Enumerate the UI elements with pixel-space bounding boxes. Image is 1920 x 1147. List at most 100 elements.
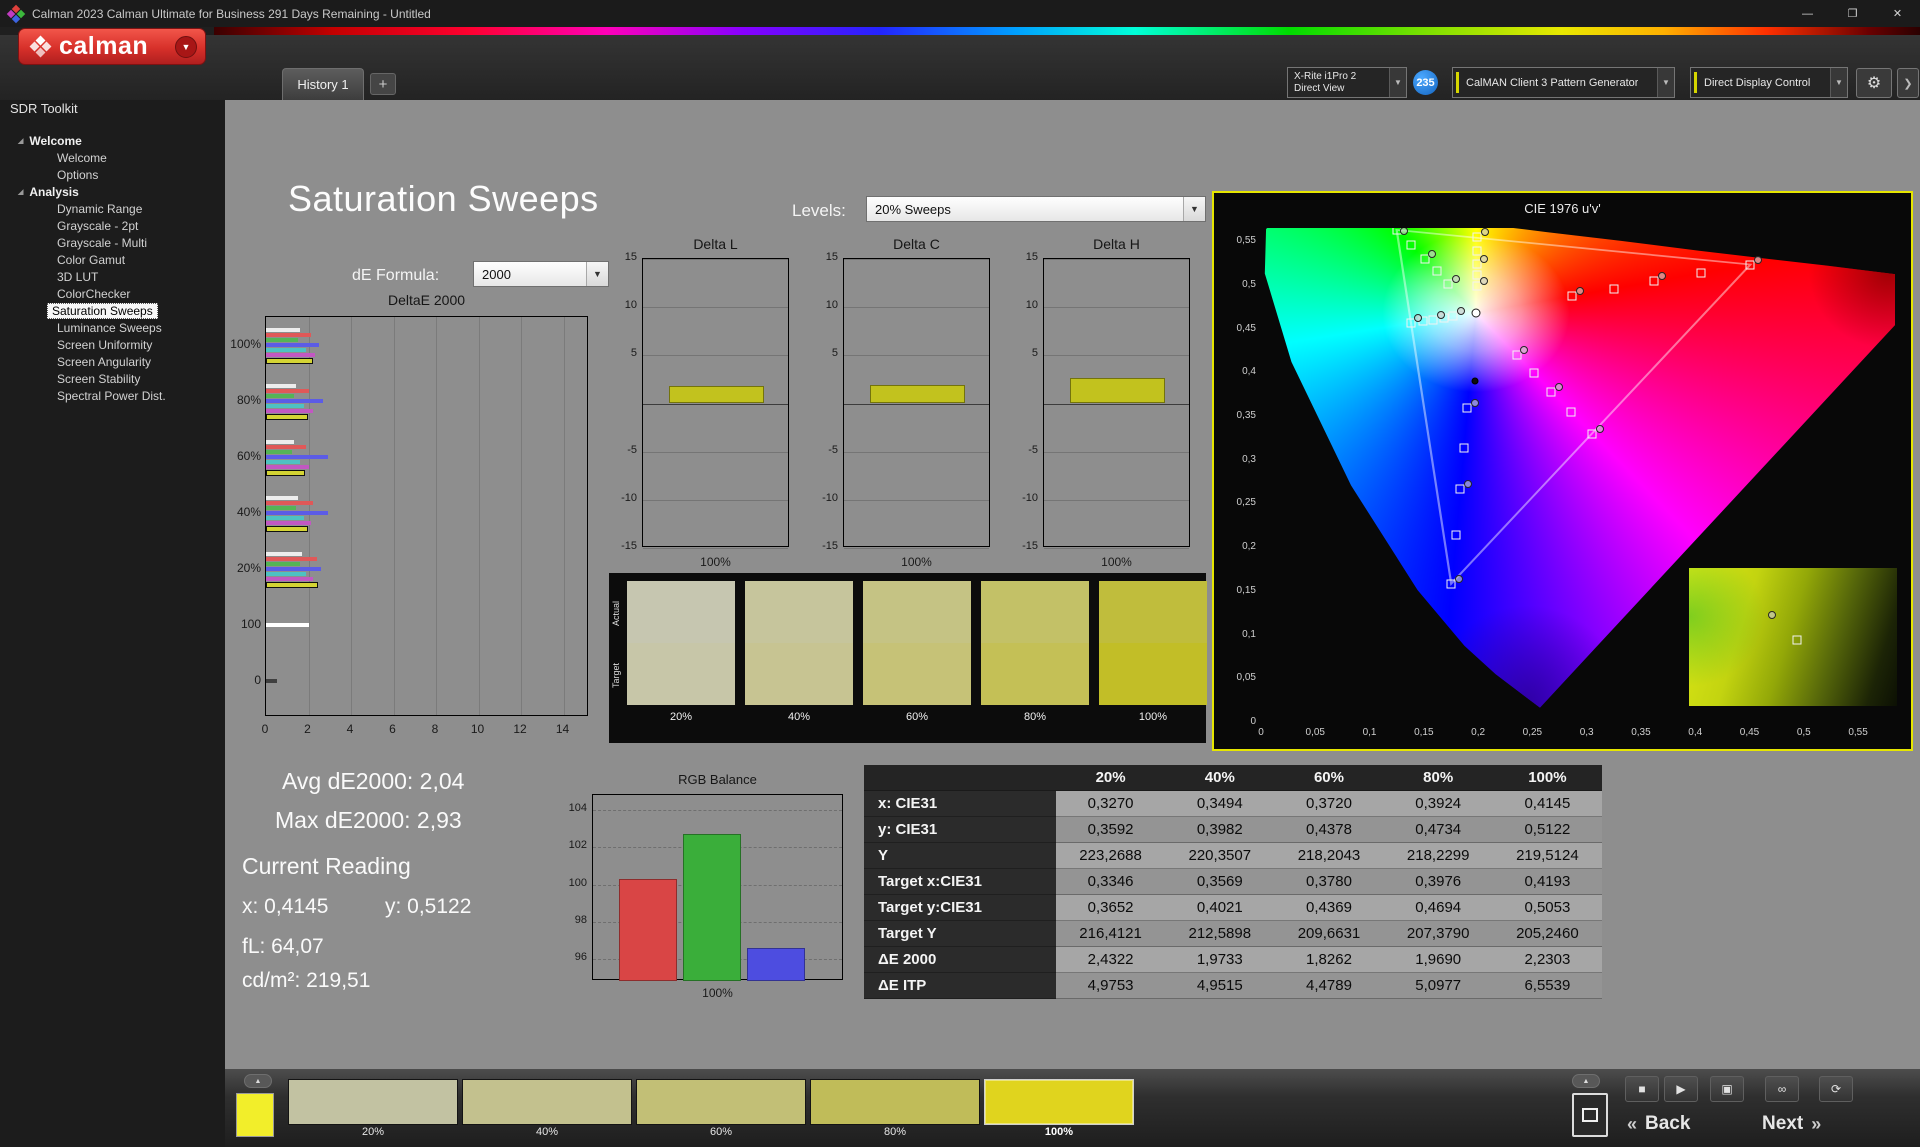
table-value-cell: 0,3720 xyxy=(1274,791,1384,817)
de-formula-dropdown[interactable]: 2000 ▼ xyxy=(473,261,609,287)
actual-swatch-40 xyxy=(745,581,853,643)
deltae-bar xyxy=(266,450,292,454)
sidebar-group-analysis[interactable]: ◢ Analysis xyxy=(18,184,79,200)
continuous-read-button[interactable]: ∞ xyxy=(1765,1076,1799,1102)
cie-measurement-marker xyxy=(1451,274,1460,283)
cie-measurement-marker xyxy=(1754,255,1763,264)
table-value-cell: 0,4734 xyxy=(1383,817,1493,843)
tree-expander-icon: ◢ xyxy=(18,138,24,145)
pattern-level-20[interactable]: 20% xyxy=(288,1079,458,1138)
sidebar-item-spectral-power-dist[interactable]: Spectral Power Dist. xyxy=(52,388,171,404)
play-button[interactable]: ▶ xyxy=(1664,1076,1698,1102)
tree-expander-icon: ◢ xyxy=(18,189,24,196)
table-row: Target y:CIE31 0,3652 0,4021 0,4369 0,4694 0,… xyxy=(864,895,1602,921)
maximize-button[interactable]: ❐ xyxy=(1830,0,1875,27)
deltae-bar xyxy=(266,440,294,444)
minimize-button[interactable]: — xyxy=(1785,0,1830,27)
y-tick-label: -15 xyxy=(621,540,637,552)
table-row: x: CIE31 0,3270 0,3494 0,3720 0,3924 0,4145 xyxy=(864,791,1602,817)
toolbar-more-button[interactable]: ❯ xyxy=(1897,68,1919,98)
chevron-down-icon[interactable]: ▼ xyxy=(1657,68,1674,97)
target-swatch-20 xyxy=(627,643,735,705)
capture-button[interactable]: ▣ xyxy=(1710,1076,1744,1102)
swatch-level-label: 40% xyxy=(787,711,811,723)
x-tick-label: 0,45 xyxy=(1739,727,1760,738)
y-tick-label: 10 xyxy=(624,299,637,312)
gridline xyxy=(563,317,565,715)
deltae-bar xyxy=(266,384,296,388)
deltae-chart-title: DeltaE 2000 xyxy=(387,292,466,308)
next-button[interactable]: Next » xyxy=(1762,1107,1821,1141)
pattern-window-button[interactable] xyxy=(1572,1093,1608,1137)
pattern-tray-toggle[interactable]: ▲ xyxy=(244,1074,272,1088)
table-value-cell: 207,3790 xyxy=(1383,921,1493,947)
chevron-down-icon[interactable]: ▼ xyxy=(1830,68,1847,97)
pattern-level-60[interactable]: 60% xyxy=(636,1079,806,1138)
calman-logo-button[interactable]: calman ▼ xyxy=(18,28,206,65)
x-tick-label: 0,55 xyxy=(1848,727,1868,738)
sidebar-item-welcome[interactable]: Welcome xyxy=(52,150,112,166)
table-value-cell: 0,3976 xyxy=(1383,869,1493,895)
y-tick-label: 0,05 xyxy=(1236,672,1256,684)
table-value-cell: 0,3270 xyxy=(1056,791,1166,817)
cie-target-marker xyxy=(1472,246,1482,256)
sidebar-item-grayscale-multi[interactable]: Grayscale - Multi xyxy=(52,235,152,251)
sidebar-item-saturation-sweeps[interactable]: Saturation Sweeps xyxy=(47,303,158,319)
deltae-bar xyxy=(266,409,313,413)
cie-target-marker xyxy=(1459,443,1469,453)
sidebar-item-3d-lut[interactable]: 3D LUT xyxy=(52,269,103,285)
sidebar-item-options[interactable]: Options xyxy=(52,167,103,183)
logo-menu-chevron-icon[interactable]: ▼ xyxy=(175,35,197,58)
sidebar-item-color-gamut[interactable]: Color Gamut xyxy=(52,252,130,268)
sidebar-group-label: Analysis xyxy=(29,185,79,199)
tab-history-1[interactable]: History 1 xyxy=(282,68,364,100)
stop-button[interactable]: ■ xyxy=(1625,1076,1659,1102)
y-tick-label: 0,4 xyxy=(1242,366,1256,378)
sidebar-item-screen-stability[interactable]: Screen Stability xyxy=(52,371,145,387)
reading-cdm2: cd/m²: 219,51 xyxy=(242,969,371,992)
pattern-preview[interactable] xyxy=(236,1093,274,1137)
table-value-cell: 6,5539 xyxy=(1492,973,1602,999)
close-button[interactable]: ✕ xyxy=(1875,0,1920,27)
titlebar: Calman 2023 Calman Ultimate for Business… xyxy=(0,0,1920,27)
chevron-down-icon[interactable]: ▼ xyxy=(1389,68,1406,97)
pattern-level-40[interactable]: 40% xyxy=(462,1079,632,1138)
controls-tray-toggle[interactable]: ▲ xyxy=(1572,1074,1600,1088)
display-control-dropdown[interactable]: Direct Display Control ▼ xyxy=(1690,67,1848,98)
sidebar-item-dynamic-range[interactable]: Dynamic Range xyxy=(52,201,147,217)
sidebar-item-luminance-sweeps[interactable]: Luminance Sweeps xyxy=(52,320,167,336)
sidebar-item-colorchecker[interactable]: ColorChecker xyxy=(52,286,135,302)
y-tick-label: 0,25 xyxy=(1236,497,1256,509)
x-tick-label: 0,5 xyxy=(1796,727,1811,738)
cie-measurement-marker xyxy=(1595,424,1604,433)
loop-button[interactable]: ⟳ xyxy=(1819,1076,1853,1102)
page-title: Saturation Sweeps xyxy=(288,178,599,219)
settings-gear-button[interactable]: ⚙ xyxy=(1856,68,1892,98)
sidebar-group-label: Welcome xyxy=(29,134,82,148)
sidebar-item-screen-uniformity[interactable]: Screen Uniformity xyxy=(52,337,157,353)
sidebar-item-grayscale-2pt[interactable]: Grayscale - 2pt xyxy=(52,218,143,234)
actual-swatch-100 xyxy=(1099,581,1207,643)
pattern-generator-dropdown[interactable]: CalMAN Client 3 Pattern Generator ▼ xyxy=(1452,67,1675,98)
pattern-generator-label: CalMAN Client 3 Pattern Generator xyxy=(1466,76,1639,89)
sidebar-item-screen-angularity[interactable]: Screen Angularity xyxy=(52,354,156,370)
sidebar-group-welcome[interactable]: ◢ Welcome xyxy=(18,133,82,149)
chevron-down-icon[interactable]: ▼ xyxy=(1183,197,1205,221)
swatch-panel: Actual Target 20% 40% 60% 80% 100% xyxy=(609,573,1207,743)
deltae-bar xyxy=(266,348,307,352)
back-button-label: Back xyxy=(1645,1113,1691,1134)
y-tick-label: 100 xyxy=(240,617,261,631)
meter-dropdown[interactable]: X-Rite i1Pro 2 Direct View ▼ xyxy=(1287,67,1407,98)
add-tab-button[interactable]: + xyxy=(370,73,396,95)
x-tick-label: 0 xyxy=(1258,727,1264,738)
deltae-bar xyxy=(266,511,329,515)
levels-dropdown[interactable]: 20% Sweeps ▼ xyxy=(866,196,1206,222)
pattern-level-100[interactable]: 100% xyxy=(984,1079,1134,1138)
back-button[interactable]: « Back xyxy=(1627,1107,1690,1141)
gridline xyxy=(643,403,788,405)
table-row-label: Y xyxy=(864,843,1056,869)
gridline xyxy=(351,317,352,715)
cie-zoom-inset xyxy=(1689,568,1897,706)
pattern-level-80[interactable]: 80% xyxy=(810,1079,980,1138)
gridline xyxy=(1044,403,1189,405)
